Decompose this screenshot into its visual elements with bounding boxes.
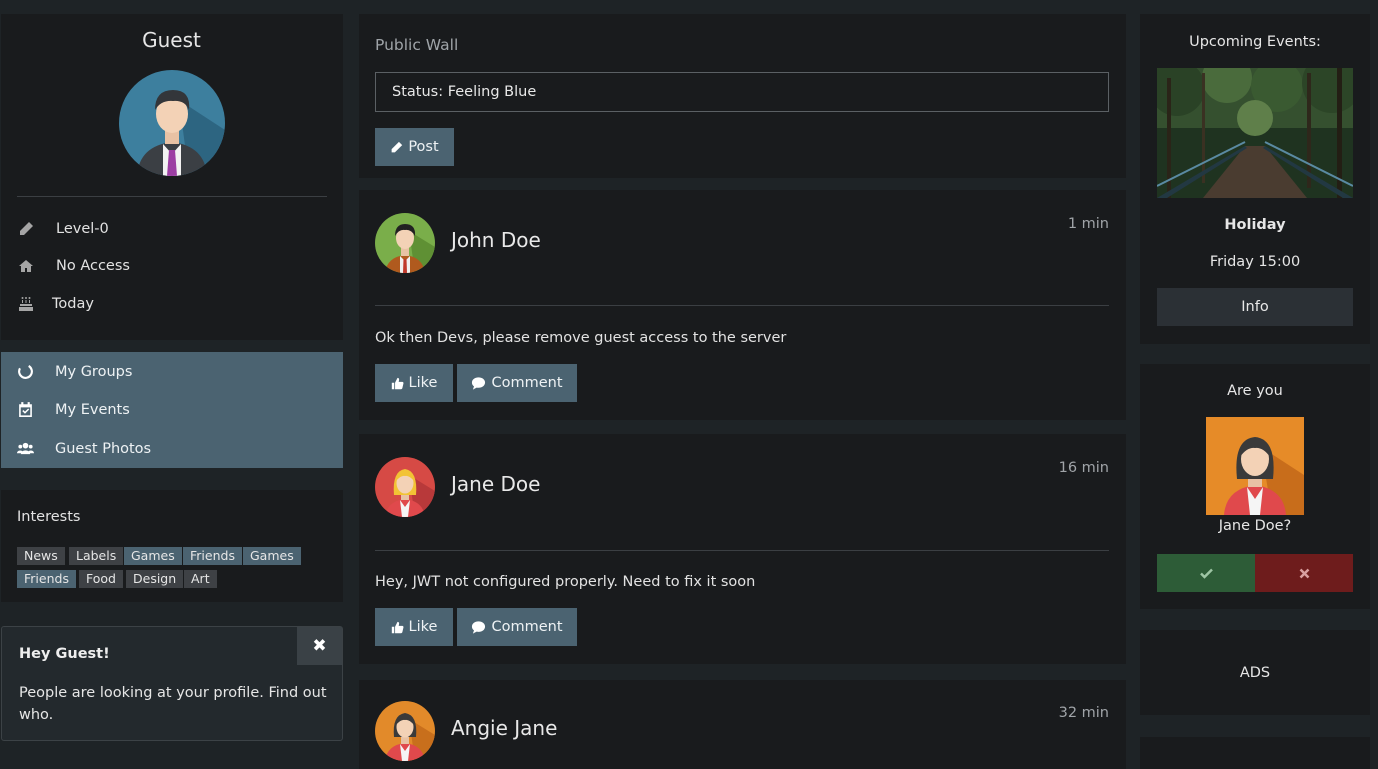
sidebar-item-my-events[interactable]: My Events [17, 401, 130, 418]
comment-button[interactable]: Comment [457, 364, 577, 402]
like-button[interactable]: Like [375, 364, 453, 402]
profile-divider [17, 196, 327, 197]
pencil-icon [20, 222, 33, 235]
post-time: 1 min [1067, 216, 1109, 232]
notice-body: People are looking at your profile. Find… [19, 685, 327, 723]
wall-title: Public Wall [375, 36, 459, 54]
stat-birthday: Today [18, 296, 94, 312]
interests-title: Interests [17, 509, 81, 525]
avatar[interactable] [375, 213, 435, 273]
interest-tag[interactable]: Art [184, 570, 217, 588]
interest-tag[interactable]: Friends [17, 570, 76, 588]
post-author[interactable]: Angie Jane [451, 716, 557, 740]
stat-access-label: No Access [56, 258, 130, 274]
sidebar-item-label: My Events [55, 401, 130, 418]
event-image[interactable] [1157, 68, 1353, 198]
notice-alert: Hey Guest! People are looking at your pr… [1, 626, 343, 741]
profile-card [1, 14, 343, 340]
event-time: Friday 15:00 [1209, 254, 1301, 270]
post-text: Ok then Devs, please remove guest access… [375, 330, 787, 346]
profile-avatar[interactable] [119, 70, 225, 176]
thumbs-up-icon [391, 621, 403, 633]
avatar[interactable] [375, 457, 435, 517]
comment-button-label: Comment [491, 375, 563, 391]
ads-card-2 [1140, 737, 1370, 769]
comment-icon [472, 376, 486, 390]
sidebar-item-guest-photos[interactable]: Guest Photos [17, 440, 151, 457]
post-divider [375, 550, 1109, 551]
events-title: Upcoming Events: [1189, 34, 1321, 50]
interest-tag[interactable]: News [17, 547, 65, 565]
close-icon [1299, 568, 1309, 578]
post-divider [375, 305, 1109, 306]
like-button[interactable]: Like [375, 608, 453, 646]
calendar-check-icon [19, 402, 32, 417]
interest-tag[interactable]: Games [124, 547, 182, 565]
close-icon[interactable]: ✖ [297, 627, 342, 665]
decline-button[interactable] [1255, 554, 1353, 592]
interest-tag[interactable]: Games [243, 547, 301, 565]
stat-access: No Access [18, 258, 130, 274]
notice-title: Hey Guest! [19, 646, 110, 662]
friend-request-name: Jane Doe? [1218, 518, 1292, 534]
sidebar-item-label: Guest Photos [55, 440, 152, 457]
post-author[interactable]: John Doe [451, 228, 541, 252]
post-button-label: Post [408, 139, 439, 155]
post-text: Hey, JWT not configured properly. Need t… [375, 574, 756, 590]
comment-button[interactable]: Comment [457, 608, 577, 646]
friend-request-title: Are you [1227, 383, 1283, 399]
ads-label: ADS [1239, 665, 1271, 681]
avatar[interactable] [375, 701, 435, 761]
pencil-icon [391, 141, 403, 152]
circle-notch-icon [18, 365, 33, 379]
interest-tag[interactable]: Labels [69, 547, 124, 565]
interest-tag[interactable]: Design [126, 570, 184, 588]
profile-name: Guest [142, 28, 201, 52]
stat-level: Level-0 [18, 221, 109, 237]
check-icon [1199, 568, 1213, 579]
interest-tag[interactable]: Food [79, 570, 123, 588]
users-icon [17, 442, 34, 455]
sidebar-item-label: My Groups [55, 363, 133, 380]
accept-button[interactable] [1157, 554, 1255, 592]
thumbs-up-icon [391, 377, 403, 389]
event-info-button[interactable]: Info [1157, 288, 1353, 326]
post-button[interactable]: Post [375, 128, 454, 166]
birthday-cake-icon [19, 297, 33, 311]
comment-button-label: Comment [491, 619, 563, 635]
friend-request-avatar[interactable] [1206, 417, 1304, 515]
like-button-label: Like [408, 619, 438, 635]
interest-tag[interactable]: Friends [183, 547, 242, 565]
like-button-label: Like [408, 375, 438, 391]
stat-birthday-label: Today [52, 296, 94, 312]
post-time: 16 min [1058, 460, 1109, 476]
stat-level-label: Level-0 [56, 221, 109, 237]
post-time: 32 min [1058, 705, 1109, 721]
post-author[interactable]: Jane Doe [451, 472, 540, 496]
comment-icon [472, 620, 486, 634]
home-icon [19, 260, 33, 272]
sidebar-item-my-groups[interactable]: My Groups [17, 363, 132, 380]
event-name: Holiday [1224, 217, 1286, 233]
status-input[interactable] [375, 72, 1109, 112]
